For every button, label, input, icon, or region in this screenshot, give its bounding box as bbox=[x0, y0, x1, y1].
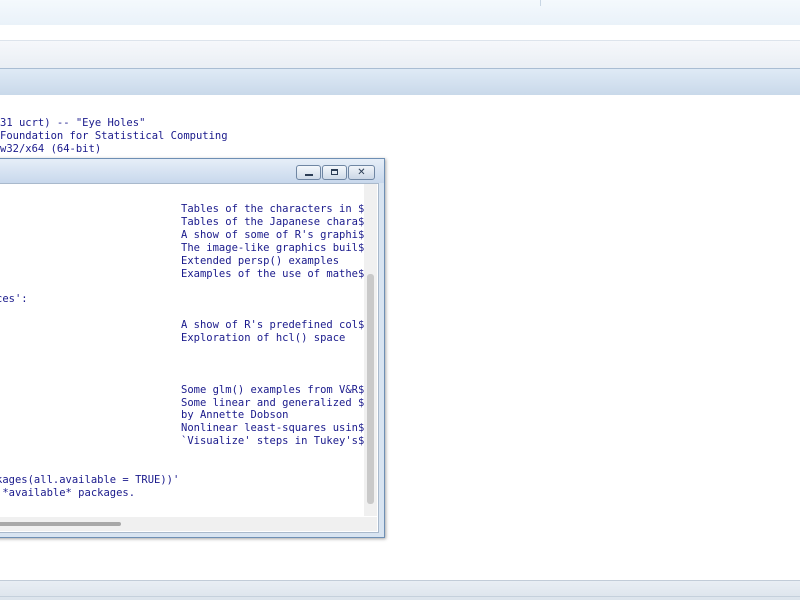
bottom-frame bbox=[0, 580, 800, 600]
console-titlebar[interactable] bbox=[0, 68, 800, 96]
close-button[interactable]: ✕ bbox=[348, 165, 375, 180]
help-row-name: : bbox=[0, 358, 2, 371]
help-row-name: *available* packages. bbox=[0, 487, 136, 499]
window-top-chrome bbox=[0, 0, 800, 26]
help-window-titlebar[interactable]: ✕ bbox=[0, 159, 384, 183]
help-row-description: by Annette Dobson bbox=[181, 409, 289, 421]
minimize-button[interactable] bbox=[296, 165, 321, 180]
horizontal-scroll-thumb[interactable] bbox=[0, 522, 121, 526]
help-row-description: Exploration of hcl() space bbox=[181, 332, 346, 344]
vertical-scrollbar[interactable] bbox=[364, 184, 377, 516]
horizontal-scrollbar[interactable] bbox=[0, 517, 364, 531]
minimize-icon bbox=[305, 174, 313, 176]
help-row-description: The image-like graphics buil$ bbox=[181, 242, 365, 254]
help-row-name: kages(all.available = TRUE))' bbox=[0, 474, 180, 486]
help-row-description: Some glm() examples from V&R$ bbox=[181, 384, 365, 396]
scroll-corner bbox=[364, 517, 377, 531]
console-line: Foundation for Statistical Computing bbox=[0, 130, 228, 142]
maximize-button[interactable] bbox=[322, 165, 347, 180]
help-row-description: Tables of the Japanese chara$ bbox=[181, 216, 365, 228]
close-icon: ✕ bbox=[357, 167, 366, 178]
help-row-description: Examples of the use of mathe$ bbox=[181, 268, 365, 280]
console-line: w32/x64 (64-bit) bbox=[0, 143, 102, 155]
help-text-pane[interactable]: Tables of the characters in $ Tables of t… bbox=[0, 183, 379, 533]
console-line: 31 ucrt) -- "Eye Holes" bbox=[0, 117, 146, 129]
menu-bar[interactable] bbox=[0, 25, 800, 40]
toolbar[interactable] bbox=[0, 40, 800, 70]
help-row-description: Nonlinear least-squares usin$ bbox=[181, 422, 365, 434]
chrome-seam bbox=[540, 0, 541, 6]
help-row-description: Extended persp() examples bbox=[181, 255, 340, 267]
help-window[interactable]: ✕ Tables of the characters in $ Tables of… bbox=[0, 158, 385, 538]
help-row-description: A show of R's predefined col$ bbox=[181, 319, 365, 331]
maximize-icon bbox=[331, 169, 338, 175]
desktop-screen: 31 ucrt) -- "Eye Holes" Foundation for S… bbox=[0, 0, 800, 600]
help-row-name: ces': bbox=[0, 293, 28, 305]
help-row-description: A show of some of R's graphi$ bbox=[181, 229, 365, 241]
help-row-description: Tables of the characters in $ bbox=[181, 203, 365, 215]
help-row-description: `Visualize' steps in Tukey's$ bbox=[181, 435, 365, 447]
vertical-scroll-thumb[interactable] bbox=[367, 274, 374, 504]
frame-divider bbox=[0, 596, 800, 597]
